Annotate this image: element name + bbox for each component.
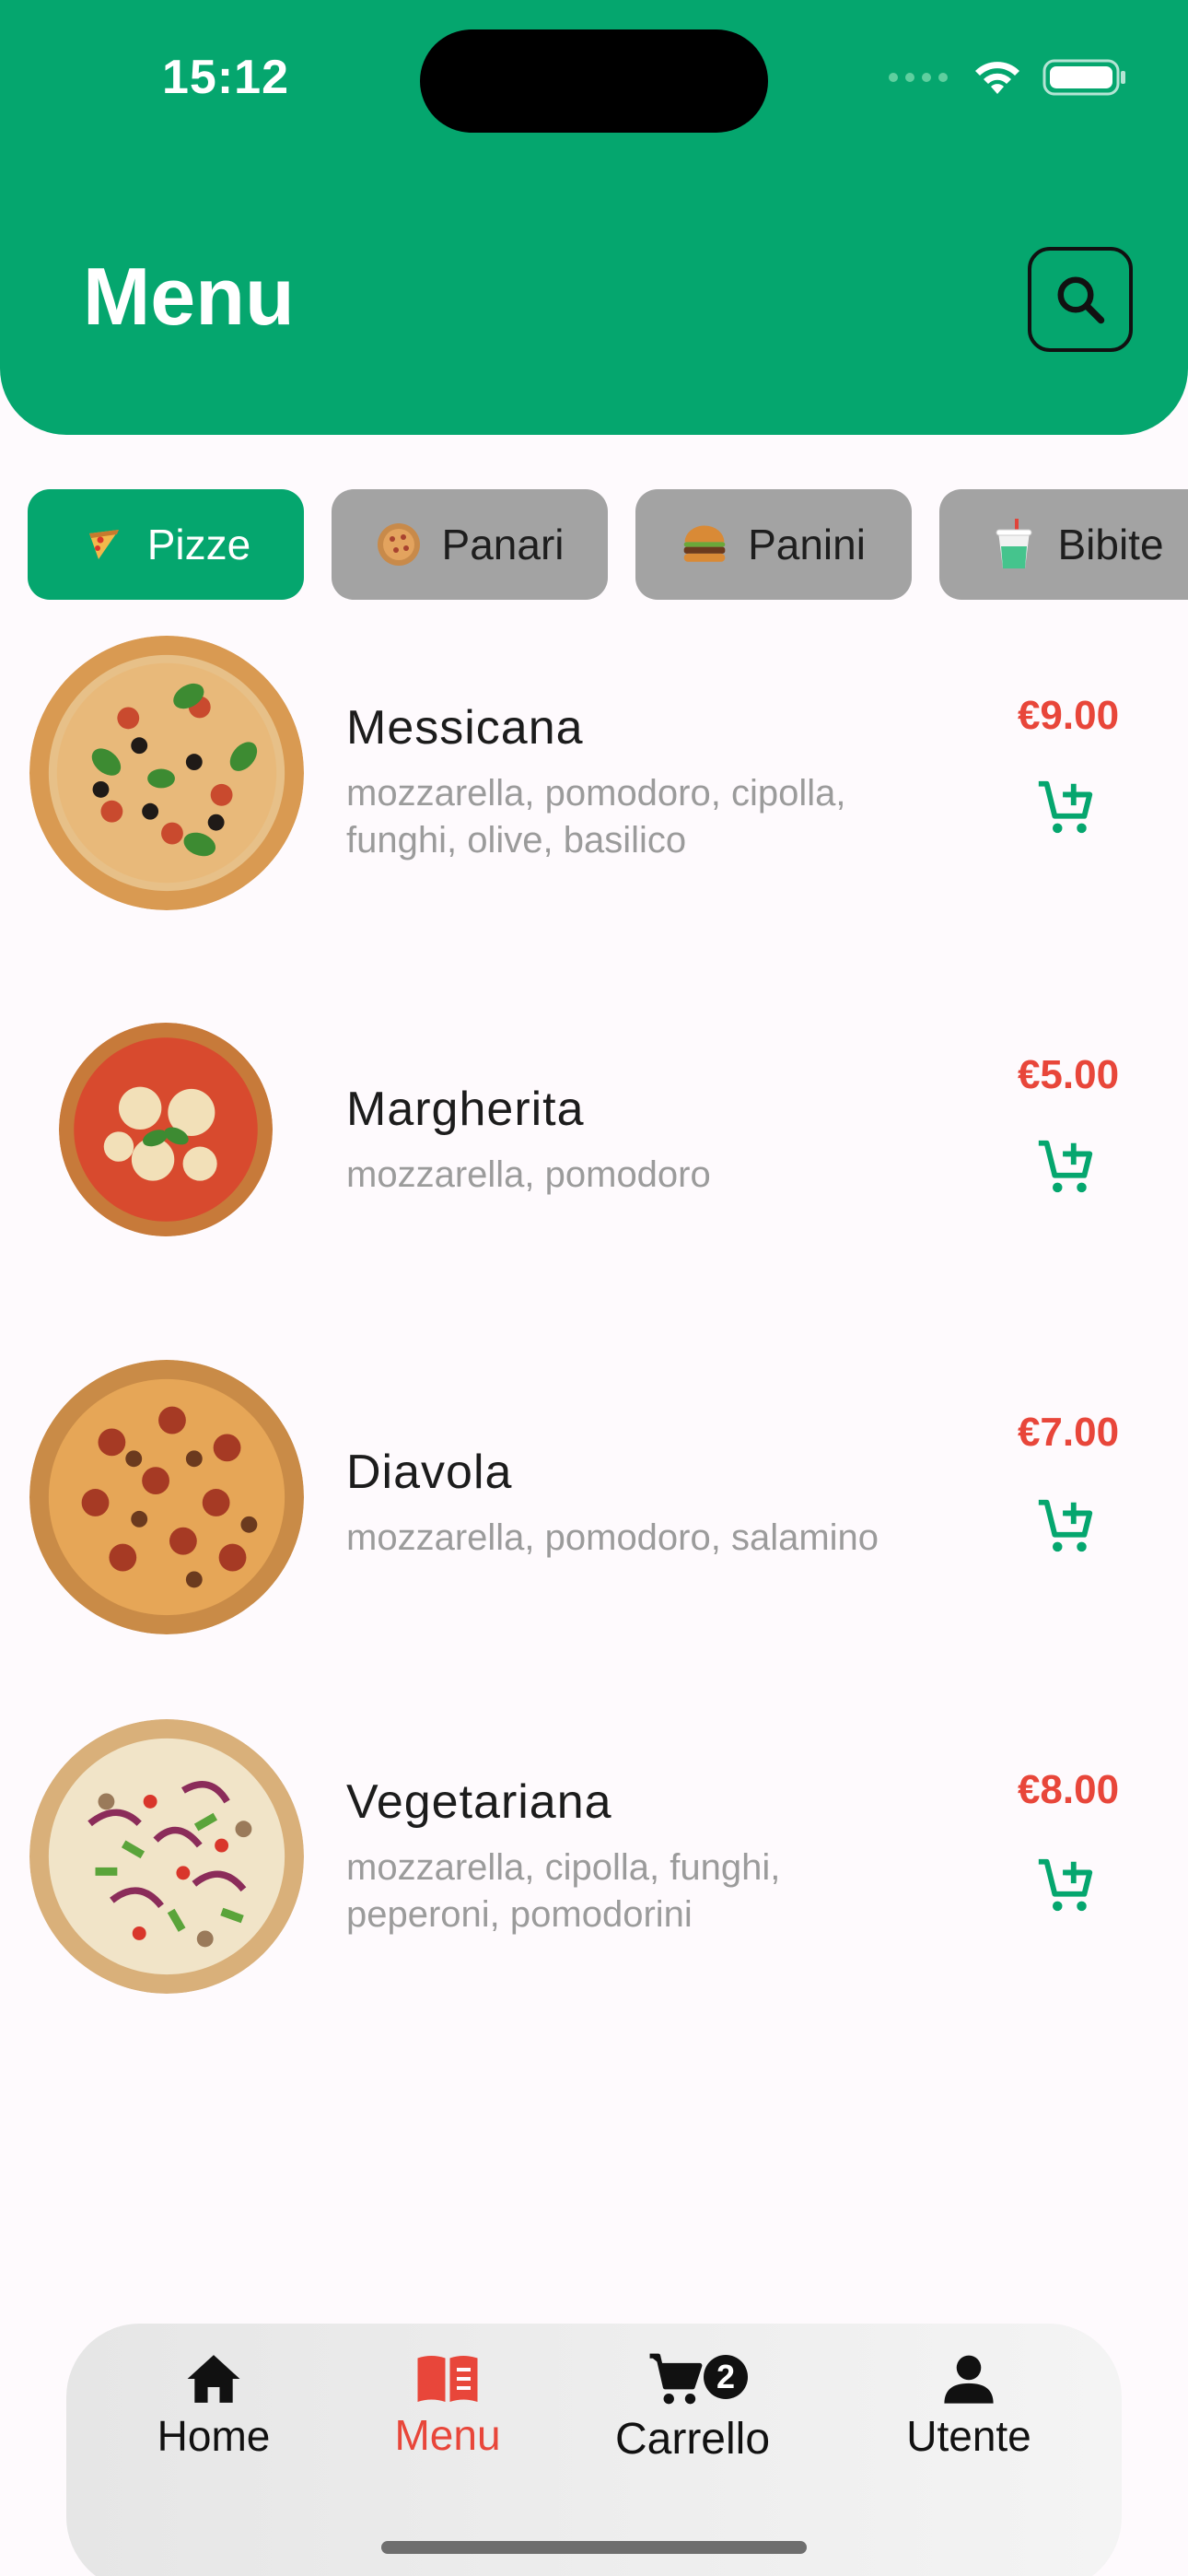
item-name: Vegetariana xyxy=(346,1775,612,1829)
cart-badge: 2 xyxy=(704,2354,748,2399)
item-description: mozzarella, pomodoro xyxy=(346,1154,711,1195)
nav-label: Home xyxy=(157,2412,271,2460)
drink-cup-icon xyxy=(991,519,1037,568)
header: 15:12 Menu xyxy=(0,0,1188,435)
item-price: €5.00 xyxy=(1017,1052,1120,1097)
search-button[interactable] xyxy=(1028,247,1133,352)
burger-icon xyxy=(681,521,728,568)
menu-item[interactable]: Vegetariana mozzarella, cipolla, funghi,… xyxy=(0,1719,1188,1996)
category-bar: Pizze Panari Panini Bibite xyxy=(28,489,1188,600)
user-icon xyxy=(944,2355,994,2404)
category-pizze[interactable]: Pizze xyxy=(28,489,304,600)
category-label: Pizze xyxy=(146,521,251,568)
pizza-image xyxy=(29,1719,304,1994)
category-label: Panari xyxy=(441,521,565,568)
home-icon xyxy=(187,2355,240,2403)
item-name: Messicana xyxy=(346,701,584,755)
category-panari[interactable]: Panari xyxy=(332,489,608,600)
item-description: mozzarella, pomodoro, salamino xyxy=(346,1517,879,1558)
bottom-nav: Home Menu 2 Carrello Utente xyxy=(66,2324,1122,2576)
category-label: Bibite xyxy=(1057,521,1164,568)
nav-label: Menu xyxy=(394,2411,501,2459)
item-name: Diavola xyxy=(346,1446,513,1499)
menu-item[interactable]: Margherita mozzarella, pomodoro €5.00 xyxy=(0,1023,1188,1299)
menu-item[interactable]: Messicana mozzarella, pomodoro, cipolla,… xyxy=(0,636,1188,912)
pizza-image xyxy=(29,1360,304,1634)
category-label: Panini xyxy=(748,521,866,568)
item-name: Margherita xyxy=(346,1083,585,1136)
item-price: €8.00 xyxy=(1017,1767,1120,1812)
page-title: Menu xyxy=(83,251,295,342)
status-time: 15:12 xyxy=(162,51,289,104)
status-icons xyxy=(888,57,1127,98)
item-description: mozzarella, cipolla, funghi, peperoni, p… xyxy=(346,1847,781,1935)
pizza-image xyxy=(29,636,304,910)
nav-user[interactable]: Utente xyxy=(877,2324,1061,2489)
item-price: €9.00 xyxy=(1017,693,1120,738)
signal-icon xyxy=(889,73,948,82)
item-description: mozzarella, pomodoro, cipolla, funghi, o… xyxy=(346,773,846,861)
nav-label: Utente xyxy=(906,2412,1031,2460)
cart-icon xyxy=(649,2353,703,2404)
search-icon xyxy=(1057,276,1105,324)
category-panini[interactable]: Panini xyxy=(635,489,912,600)
home-indicator xyxy=(381,2541,807,2554)
dynamic-island xyxy=(420,29,768,133)
item-price: €7.00 xyxy=(1017,1410,1120,1455)
pizza-slice-icon xyxy=(81,521,127,568)
wifi-icon xyxy=(975,62,1019,94)
add-to-cart-icon[interactable] xyxy=(1031,1854,1100,1918)
nav-label: Carrello xyxy=(614,2414,771,2464)
pizza-image xyxy=(59,1023,273,1236)
add-to-cart-icon[interactable] xyxy=(1031,1135,1100,1200)
nav-menu[interactable]: Menu xyxy=(374,2324,521,2489)
menu-book-icon xyxy=(417,2356,478,2402)
nav-cart[interactable]: 2 Carrello xyxy=(600,2324,785,2489)
add-to-cart-icon[interactable] xyxy=(1031,776,1100,840)
menu-screen: 15:12 Menu Pizze Panari Panini Bibite Me… xyxy=(0,0,1188,2576)
battery-icon xyxy=(1042,59,1125,96)
menu-item[interactable]: Diavola mozzarella, pomodoro, salamino €… xyxy=(0,1360,1188,1636)
cart-icon-wrap: 2 xyxy=(637,2349,748,2408)
nav-home[interactable]: Home xyxy=(140,2324,287,2489)
category-bibite[interactable]: Bibite xyxy=(939,489,1188,600)
panaro-icon xyxy=(376,521,422,568)
add-to-cart-icon[interactable] xyxy=(1031,1494,1100,1559)
